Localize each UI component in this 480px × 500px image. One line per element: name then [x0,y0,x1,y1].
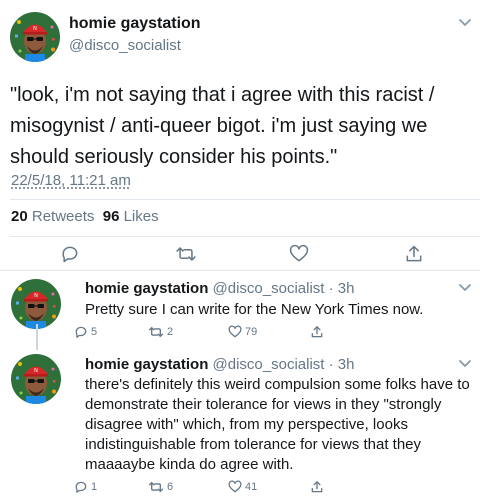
reply-2-like-action[interactable]: 41 [228,480,257,494]
divider-top [10,199,480,200]
main-timestamp[interactable]: 22/5/18, 11:21 am [11,172,131,189]
reply-2-retweet-action[interactable]: 6 [148,480,173,494]
retweet-icon[interactable] [175,244,197,264]
like-icon [228,325,242,338]
divider-middle [10,236,480,237]
reply-1-avatar[interactable] [11,279,61,329]
reply-1-like-count: 79 [245,326,258,338]
reply-1-like-action[interactable]: 79 [228,325,257,339]
retweets-count[interactable]: 20 [11,208,28,225]
likes-count[interactable]: 96 [103,208,120,225]
like-icon[interactable] [289,244,309,264]
main-action-bar [0,242,480,268]
retweet-icon [148,326,164,338]
reply-2-display-name[interactable]: homie gaystation [85,356,208,373]
main-avatar[interactable] [10,12,60,62]
reply-1-display-name[interactable]: homie gaystation [85,280,208,297]
reply-2-text: there's definitely this weird compulsion… [85,376,470,473]
reply-2-retweet-count: 6 [167,481,174,493]
engagement-stats: 20 Retweets 96 Likes [11,208,159,225]
reply-2-meta[interactable]: @disco_socialist · 3h [213,356,355,373]
like-icon [228,480,242,493]
share-icon[interactable] [404,244,424,264]
reply-icon [75,326,87,338]
reply-1-reply-action[interactable]: 5 [74,325,97,339]
reply-2-avatar[interactable] [11,354,61,404]
thread-connector [36,324,38,350]
reply-1-meta[interactable]: @disco_socialist · 3h [213,280,355,297]
reply-icon[interactable] [60,244,80,264]
share-icon [311,325,323,338]
main-more-chevron-icon[interactable] [458,18,472,28]
retweet-icon [148,481,164,493]
main-handle[interactable]: @disco_socialist [69,37,181,54]
divider-bottom [0,270,480,271]
share-icon [311,480,323,493]
retweets-label[interactable]: Retweets [32,208,95,225]
reply-2-more-chevron-icon[interactable] [458,359,472,369]
reply-2-reply-count: 1 [91,481,98,493]
main-tweet-text: "look, i'm not saying that i agree with … [10,84,435,168]
reply-icon [75,481,87,493]
reply-2-share-action[interactable] [310,480,327,494]
reply-1-share-action[interactable] [310,325,327,339]
reply-1-retweet-action[interactable]: 2 [148,325,173,339]
main-display-name[interactable]: homie gaystation [69,15,201,33]
reply-2-like-count: 41 [245,481,258,493]
reply-2-header: homie gaystation @disco_socialist · 3h [85,356,354,373]
reply-1-reply-count: 5 [91,326,98,338]
reply-1-retweet-count: 2 [167,326,174,338]
reply-1-text: Pretty sure I can write for the New York… [85,301,424,318]
likes-label[interactable]: Likes [124,208,159,225]
reply-1-header: homie gaystation @disco_socialist · 3h [85,280,354,297]
reply-1-more-chevron-icon[interactable] [458,283,472,293]
reply-2-reply-action[interactable]: 1 [74,480,97,494]
